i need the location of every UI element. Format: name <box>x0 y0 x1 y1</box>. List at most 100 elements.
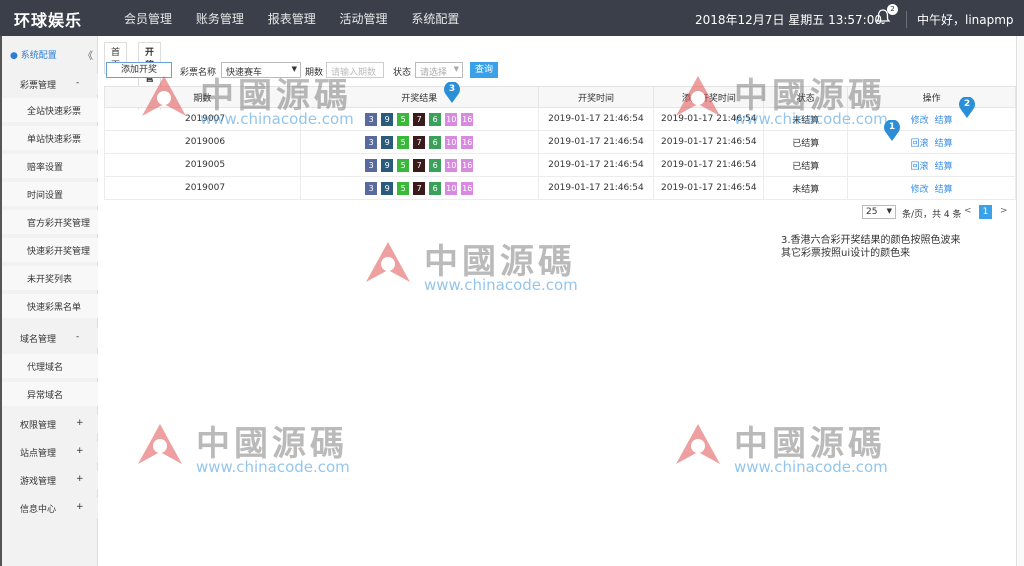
result-ball: 3 <box>365 181 378 195</box>
row-action-link[interactable]: 结算 <box>935 185 953 195</box>
result-ball: 5 <box>397 112 410 126</box>
sidebar-group-game[interactable]: 游戏管理 + <box>0 470 98 490</box>
page-size-select[interactable]: 25 ▼ <box>862 205 896 219</box>
top-bar: 环球娱乐 会员管理 账务管理 报表管理 活动管理 系统配置 2018年12月7日… <box>0 0 1024 36</box>
next-page-button[interactable]: > <box>1000 206 1008 216</box>
sidebar-item-fast-draw[interactable]: 快速彩开奖管理 <box>0 238 98 262</box>
nav-member-management[interactable]: 会员管理 <box>124 10 172 27</box>
sidebar-group-site[interactable]: 站点管理 + <box>0 442 98 462</box>
result-ball: 3 <box>365 112 378 126</box>
result-ball: 3 <box>365 135 378 149</box>
prev-page-button[interactable]: < <box>964 206 972 216</box>
dropdown-arrow-icon: ▼ <box>886 207 892 215</box>
col-result: 开奖结果 <box>299 86 539 108</box>
page-1-button[interactable]: 1 <box>979 205 992 219</box>
row-action-link[interactable]: 结算 <box>935 116 953 126</box>
sidebar-item-blacklist[interactable]: 快速彩黑名单 <box>0 294 98 318</box>
result-ball: 7 <box>413 135 426 149</box>
watermark-logo-icon <box>676 424 720 464</box>
table-row: 2019007 3 9 5 7 6 10 16 2019-01-17 21:46:54 2019-… <box>104 176 1016 200</box>
add-time-cell: 2019-01-17 21:46:54 <box>653 107 765 131</box>
period-input[interactable]: 请输入期数 <box>326 62 384 78</box>
sidebar-item-site-fast-lottery[interactable]: 全站快速彩票 <box>0 98 98 122</box>
row-action-link[interactable]: 回滚 <box>911 162 929 172</box>
result-cell: 3 9 5 7 6 10 16 <box>299 130 539 154</box>
status-cell: 未结算 <box>763 107 849 131</box>
table-row: 2019006 3 9 5 7 6 10 16 2019-01-17 21:46:54 2019-… <box>104 130 1016 154</box>
period-cell: 2019005 <box>104 153 301 177</box>
period-cell: 2019007 <box>104 107 301 131</box>
result-ball: 9 <box>381 181 394 195</box>
status-select[interactable]: 请选择 ▼ <box>415 62 463 78</box>
filter-toolbar: 添加开奖 彩票名称 快速赛车 ▼ 期数 请输入期数 状态 请选择 ▼ 查询 <box>104 60 1016 80</box>
result-ball: 6 <box>429 158 442 172</box>
sidebar-item-official-draw[interactable]: 官方彩开奖管理 <box>0 210 98 234</box>
actions-cell: 修改 结算 <box>847 176 1016 200</box>
sidebar-group-info[interactable]: 信息中心 + <box>0 498 98 518</box>
result-ball: 6 <box>429 181 442 195</box>
watermark: 中國源碼 www.chinacode.com <box>130 420 350 476</box>
dropdown-arrow-icon: ▼ <box>291 65 297 73</box>
right-scroll-strip[interactable] <box>1016 36 1024 566</box>
nav-system-config[interactable]: 系统配置 <box>411 10 459 27</box>
sidebar-group-domain[interactable]: 域名管理 - <box>0 328 98 348</box>
sidebar-item-time[interactable]: 时间设置 <box>0 182 98 206</box>
draw-time-cell: 2019-01-17 21:46:54 <box>537 107 655 131</box>
sidebar-item-agent-domain[interactable]: 代理域名 <box>0 354 98 378</box>
table-header-row: 期数 开奖结果 开奖时间 添加开奖时间 状态 操作 <box>104 86 1016 108</box>
nav-activity-management[interactable]: 活动管理 <box>340 10 388 27</box>
notification-badge: 2 <box>887 4 898 15</box>
actions-cell: 修改 结算 <box>847 107 1016 131</box>
result-ball: 9 <box>381 158 394 172</box>
query-button[interactable]: 查询 <box>470 62 498 78</box>
nav-account-management[interactable]: 账务管理 <box>196 10 244 27</box>
collapse-icon[interactable]: 《 <box>83 47 93 62</box>
col-status: 状态 <box>763 86 849 108</box>
watermark-logo-icon <box>138 424 182 464</box>
row-action-link[interactable]: 修改 <box>911 185 929 195</box>
watermark: 中國源碼 www.chinacode.com <box>668 420 888 476</box>
result-ball: 5 <box>397 181 410 195</box>
add-time-cell: 2019-01-17 21:46:54 <box>653 176 765 200</box>
watermark: 中國源碼 www.chinacode.com <box>358 238 578 294</box>
sidebar-group-permission[interactable]: 权限管理 + <box>0 414 98 434</box>
lottery-name-select[interactable]: 快速赛车 ▼ <box>221 62 301 78</box>
sidebar-item-odds[interactable]: 赔率设置 <box>0 154 98 178</box>
result-ball: 16 <box>461 135 474 149</box>
draw-time-cell: 2019-01-17 21:46:54 <box>537 176 655 200</box>
nav-report-management[interactable]: 报表管理 <box>268 10 316 27</box>
period-cell: 2019007 <box>104 176 301 200</box>
lottery-name-label: 彩票名称 <box>180 68 217 78</box>
sidebar-group-lottery[interactable]: 彩票管理 - <box>0 74 98 94</box>
result-ball: 10 <box>445 158 458 172</box>
sidebar-item-undrawn-list[interactable]: 未开奖列表 <box>0 266 98 290</box>
status-cell: 已结算 <box>763 153 849 177</box>
row-action-link[interactable]: 结算 <box>935 162 953 172</box>
user-greeting[interactable]: 中午好，linapmp <box>906 11 1014 28</box>
row-action-link[interactable]: 修改 <box>911 116 929 126</box>
add-draw-button[interactable]: 添加开奖 <box>106 62 172 78</box>
status-cell: 未结算 <box>763 176 849 200</box>
col-actions: 操作 <box>847 86 1016 108</box>
result-ball: 7 <box>413 112 426 126</box>
page-summary: 条/页，共 4 条 <box>902 210 962 220</box>
result-ball: 10 <box>445 181 458 195</box>
top-nav: 会员管理 账务管理 报表管理 活动管理 系统配置 <box>124 10 479 27</box>
result-ball: 3 <box>365 158 378 172</box>
add-time-cell: 2019-01-17 21:46:54 <box>653 153 765 177</box>
draw-time-cell: 2019-01-17 21:46:54 <box>537 153 655 177</box>
result-ball: 16 <box>461 112 474 126</box>
app-logo: 环球娱乐 <box>14 11 83 30</box>
sidebar-item-abnormal-domain[interactable]: 异常域名 <box>0 382 98 406</box>
sidebar-item-single-fast-lottery[interactable]: 单站快速彩票 <box>0 126 98 150</box>
row-action-link[interactable]: 结算 <box>935 139 953 149</box>
period-label: 期数 <box>305 68 324 78</box>
result-ball: 5 <box>397 135 410 149</box>
annotation-marker-1: 1 <box>883 119 901 142</box>
result-ball: 9 <box>381 135 394 149</box>
col-add-time: 添加开奖时间 <box>653 86 765 108</box>
result-ball: 5 <box>397 158 410 172</box>
result-cell: 3 9 5 7 6 10 16 <box>299 107 539 131</box>
row-action-link[interactable]: 回滚 <box>911 139 929 149</box>
actions-cell: 回滚 结算 <box>847 130 1016 154</box>
